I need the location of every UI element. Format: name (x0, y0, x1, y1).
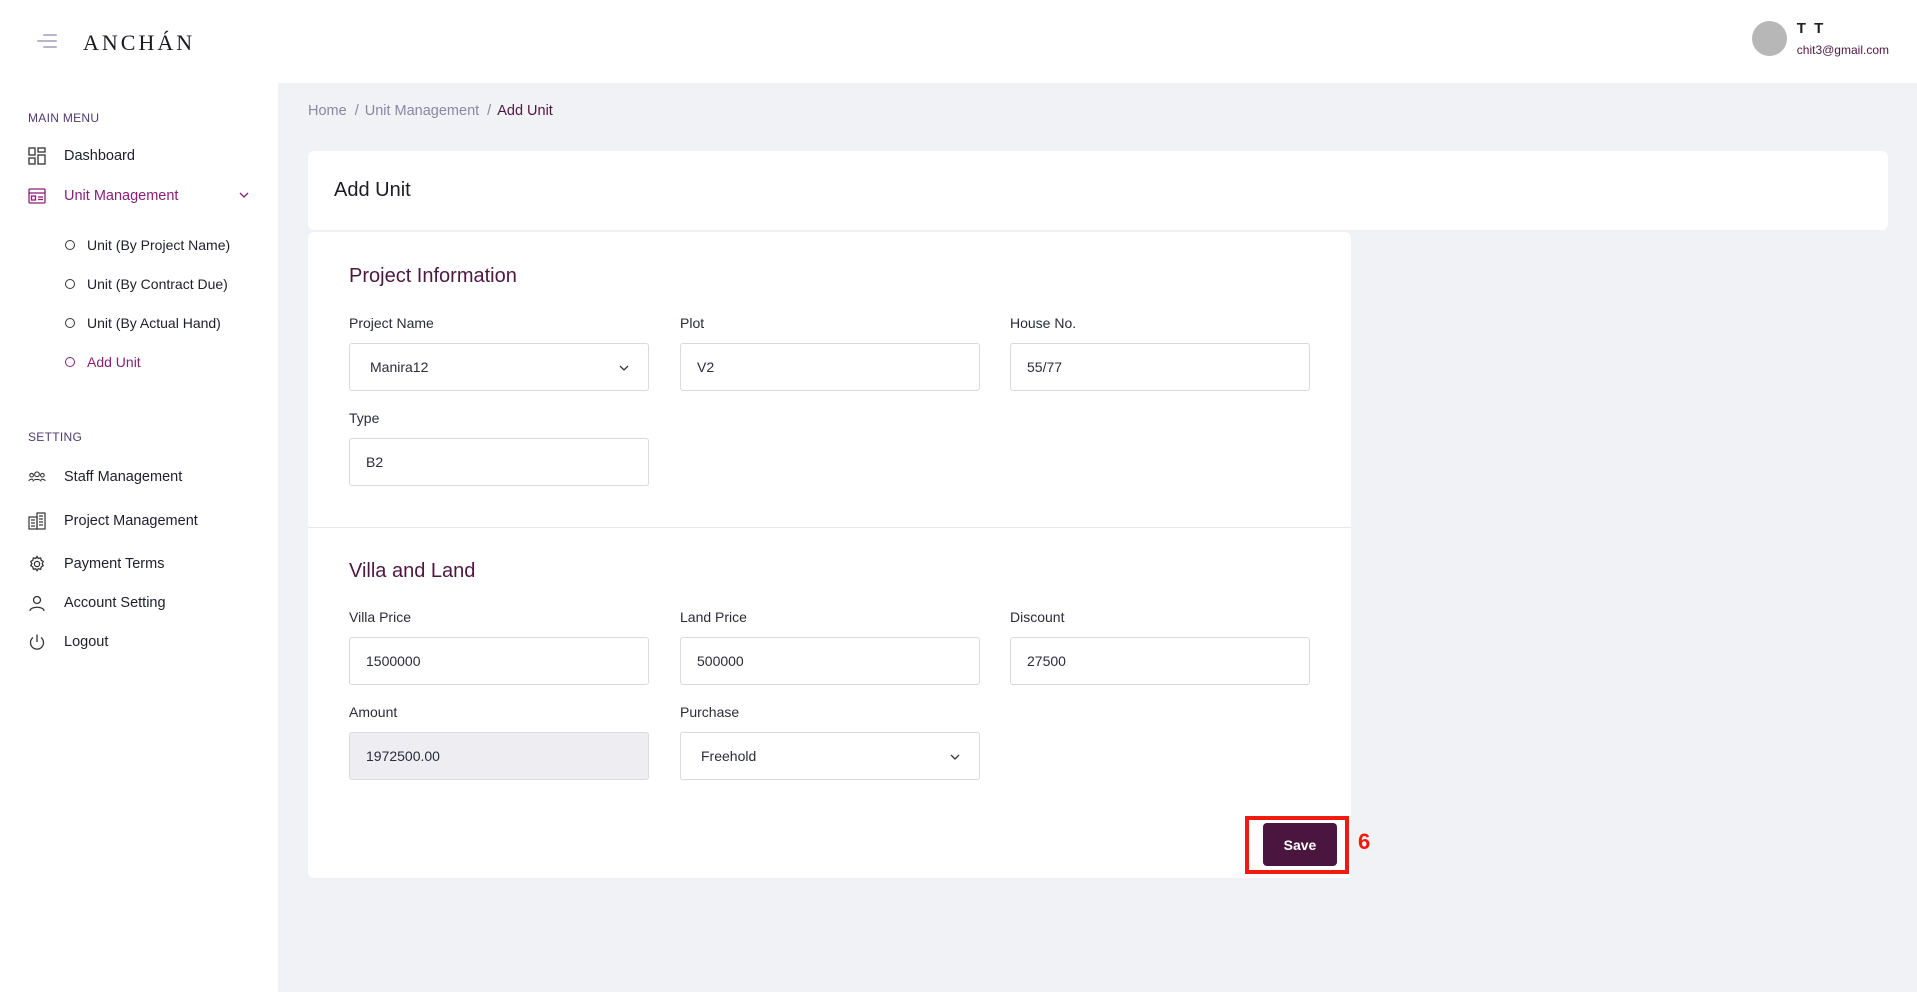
project-name-select[interactable]: Manira12 (349, 343, 649, 391)
discount-input[interactable]: 27500 (1010, 637, 1310, 685)
sidebar-subitem-label: Add Unit (87, 354, 141, 370)
unit-management-icon (28, 187, 46, 205)
circle-icon (65, 357, 75, 367)
land-price-label: Land Price (680, 609, 747, 625)
gear-icon (28, 555, 46, 573)
sidebar-item-unit-management[interactable]: Unit Management (28, 187, 250, 205)
breadcrumb-separator: / (354, 103, 359, 119)
amount-label: Amount (349, 704, 398, 720)
menu-toggle-icon[interactable] (37, 34, 57, 48)
sidebar-subitem-label: Unit (By Actual Hand) (87, 315, 221, 331)
page-header-card: Add Unit (308, 151, 1888, 230)
users-icon (28, 468, 46, 486)
plot-label: Plot (680, 315, 705, 331)
sidebar-item-payment-terms[interactable]: Payment Terms (28, 555, 250, 573)
breadcrumb-home[interactable]: Home (308, 103, 347, 119)
sidebar-item-label: Dashboard (64, 148, 135, 164)
sidebar-subitem-by-actual-hand[interactable]: Unit (By Actual Hand) (65, 315, 221, 331)
sidebar-subitem-label: Unit (By Project Name) (87, 237, 231, 253)
page-title: Add Unit (334, 179, 411, 201)
villa-and-land-title: Villa and Land (349, 560, 476, 582)
purchase-value: Freehold (701, 748, 757, 764)
sidebar-item-account-setting[interactable]: Account Setting (28, 594, 250, 612)
breadcrumb-unit-management[interactable]: Unit Management (365, 103, 479, 119)
user-profile[interactable]: · T T chit3@gmail.com (1751, 20, 1889, 57)
app-logo[interactable]: ANCHÁN (83, 30, 195, 56)
main-menu-label: MAIN MENU (28, 111, 100, 125)
chevron-down-icon (950, 754, 960, 760)
chevron-down-icon[interactable] (238, 189, 250, 201)
sidebar-subitem-by-contract-due[interactable]: Unit (By Contract Due) (65, 276, 228, 292)
user-icon (28, 594, 46, 612)
house-no-label: House No. (1010, 315, 1077, 331)
amount-input: 1972500.00 (349, 732, 649, 780)
user-name: T T (1796, 20, 1826, 37)
sidebar-item-label: Payment Terms (64, 556, 165, 572)
sidebar-item-label: Account Setting (64, 595, 166, 611)
chevron-down-icon (619, 365, 629, 371)
breadcrumb-current: Add Unit (497, 103, 553, 119)
project-information-title: Project Information (349, 265, 517, 287)
user-email: chit3@gmail.com (1796, 43, 1889, 57)
sidebar-item-logout[interactable]: Logout (28, 633, 250, 651)
dashboard-icon (28, 147, 46, 165)
house-no-input[interactable]: 55/77 (1010, 343, 1310, 391)
building-icon (28, 512, 46, 530)
power-icon (28, 633, 46, 651)
purchase-label: Purchase (680, 704, 740, 720)
breadcrumb: Home / Unit Management / Add Unit (308, 103, 553, 119)
sidebar-subitem-label: Unit (By Contract Due) (87, 276, 228, 292)
plot-input[interactable]: V2 (680, 343, 980, 391)
breadcrumb-separator: / (487, 103, 492, 119)
discount-label: Discount (1010, 609, 1065, 625)
type-label: Type (349, 410, 380, 426)
sidebar-item-project-management[interactable]: Project Management (28, 512, 250, 530)
setting-label: SETTING (28, 430, 83, 444)
villa-price-label: Villa Price (349, 609, 411, 625)
sidebar-item-staff-management[interactable]: Staff Management (28, 468, 250, 486)
circle-icon (65, 318, 75, 328)
annotation-number: 6 (1358, 829, 1371, 854)
sidebar-item-dashboard[interactable]: Dashboard (28, 147, 250, 165)
sidebar-item-label: Unit Management (64, 188, 179, 204)
circle-icon (65, 279, 75, 289)
save-button[interactable]: Save (1263, 823, 1337, 866)
sidebar-item-label: Logout (64, 634, 109, 650)
villa-price-input[interactable]: 1500000 (349, 637, 649, 685)
sidebar: MAIN MENU Dashboard Unit Management Unit… (0, 83, 278, 992)
land-price-input[interactable]: 500000 (680, 637, 980, 685)
sidebar-item-label: Staff Management (64, 469, 183, 485)
sidebar-item-label: Project Management (64, 513, 198, 529)
project-name-value: Manira12 (370, 359, 429, 375)
project-name-label: Project Name (349, 315, 434, 331)
sidebar-subitem-by-project-name[interactable]: Unit (By Project Name) (65, 237, 230, 253)
sidebar-subitem-add-unit[interactable]: Add Unit (65, 354, 141, 370)
type-input[interactable]: B2 (349, 438, 649, 486)
top-bar: ANCHÁN · T T chit3@gmail.com (0, 0, 1917, 83)
add-unit-form: Project Information Project Name Manira1… (308, 232, 1351, 878)
purchase-select[interactable]: Freehold (680, 732, 980, 780)
section-divider (308, 527, 1351, 528)
circle-icon (65, 240, 75, 250)
avatar[interactable]: · (1751, 21, 1787, 56)
